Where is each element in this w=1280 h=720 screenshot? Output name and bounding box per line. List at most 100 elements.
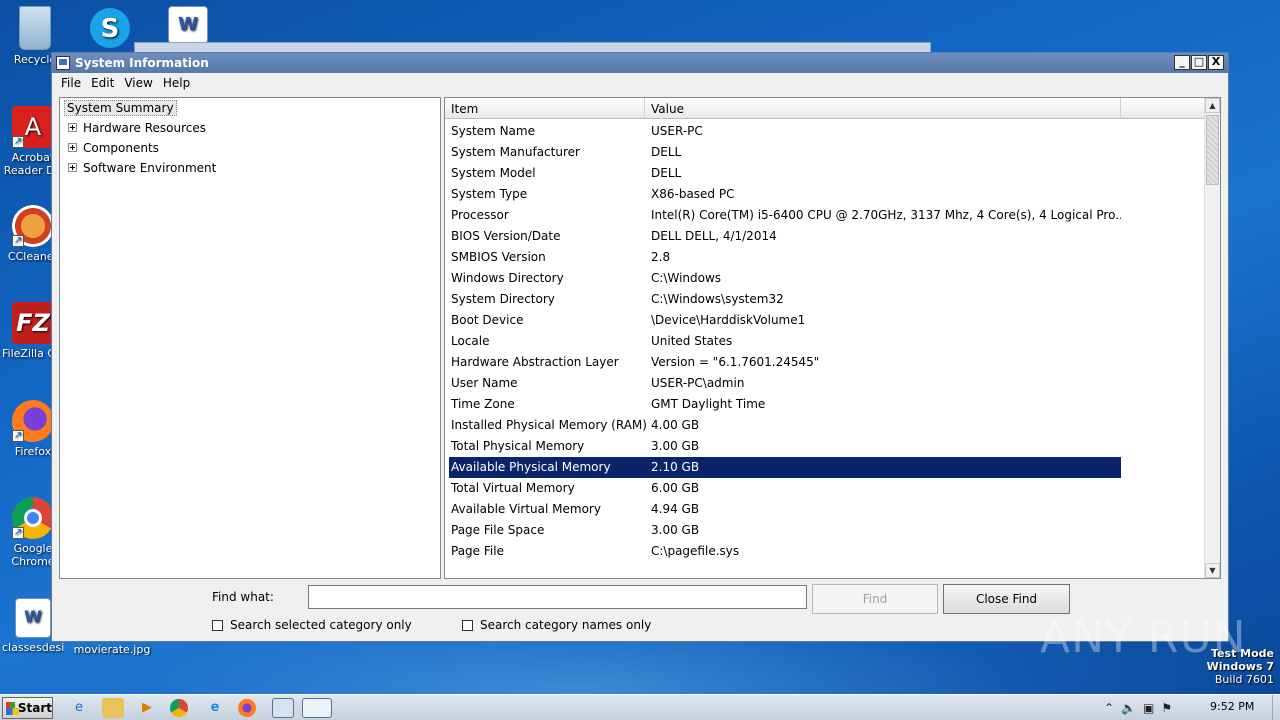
table-row[interactable]: Installed Physical Memory (RAM) 4.00 GB [449,415,1121,436]
row-item: Installed Physical Memory (RAM) [451,418,647,432]
desktop-icon-label: movierate.jpg [73,643,151,656]
table-row[interactable]: BIOS Version/Date DELL DELL, 4/1/2014 [449,226,1121,247]
table-row[interactable]: User Name USER-PC\admin [449,373,1121,394]
tree-item-system-summary[interactable]: System Summary [64,100,177,116]
acrobat-icon: A ↗ [12,106,54,148]
menu-view[interactable]: View [119,76,157,90]
clock[interactable]: 9:52 PM [1210,700,1254,713]
row-item: System Model [451,166,536,180]
search-selected-category-checkbox[interactable]: Search selected category only [212,618,412,632]
speaker-icon[interactable]: 🔈 [1121,701,1136,715]
show-hidden-icons-icon[interactable]: ⌃ [1104,701,1114,715]
scroll-thumb[interactable] [1206,115,1219,185]
table-row[interactable]: Time Zone GMT Daylight Time [449,394,1121,415]
close-button[interactable]: X [1208,55,1224,70]
firefox-icon: ↗ [12,400,54,442]
network-icon[interactable]: ▣ [1143,701,1154,715]
desktop-icon-skype[interactable]: S [80,8,140,51]
menu-edit[interactable]: Edit [86,76,119,90]
table-row[interactable]: Locale United States [449,331,1121,352]
search-category-names-checkbox[interactable]: Search category names only [462,618,651,632]
chrome-icon[interactable] [170,699,188,717]
close-find-button[interactable]: Close Find [943,584,1070,614]
column-header-item[interactable]: Item [445,98,645,119]
system-info-icon[interactable] [302,698,332,718]
checkbox-box[interactable] [212,619,223,631]
find-what-input[interactable] [308,585,807,609]
table-row[interactable]: System Type X86-based PC [449,184,1121,205]
media-player-icon[interactable]: ▶ [136,698,158,718]
skype-icon: S [90,8,130,48]
desktop-icon-word-doc[interactable]: W [158,6,218,47]
category-tree: System Summary Hardware Resources Compon… [59,97,441,579]
explorer-icon[interactable] [102,698,124,718]
row-item: Time Zone [451,397,515,411]
row-value: 2.10 GB [651,460,700,474]
chrome-icon: ↗ [12,497,54,539]
row-item: System Manufacturer [451,145,580,159]
menu-help[interactable]: Help [158,76,195,90]
table-row[interactable]: Windows Directory C:\Windows [449,268,1121,289]
row-value: DELL [651,166,682,180]
start-label: Start [17,701,52,715]
task-manager-icon[interactable] [272,698,294,718]
table-row[interactable]: Page File C:\pagefile.sys [449,541,1121,562]
expand-icon[interactable] [68,123,77,132]
row-item: Processor [451,208,509,222]
table-row[interactable]: Boot Device \Device\HarddiskVolume1 [449,310,1121,331]
row-value: GMT Daylight Time [651,397,766,411]
table-row[interactable]: Page File Space 3.00 GB [449,520,1121,541]
row-value: 4.94 GB [651,502,700,516]
ccleaner-icon: ↗ [12,205,54,247]
tree-item-hardware-resources[interactable]: Hardware Resources [68,121,206,135]
action-center-flag-icon[interactable]: ⚑ [1161,701,1172,715]
window-controls: _ □ X [1174,55,1224,70]
scroll-up-icon[interactable]: ▲ [1205,98,1220,113]
row-item: SMBIOS Version [451,250,546,264]
column-header-value[interactable]: Value [645,98,1121,119]
row-value: Intel(R) Core(TM) i5-6400 CPU @ 2.70GHz,… [651,208,1121,222]
checkbox-label: Search category names only [480,618,652,632]
row-item: Locale [451,334,490,348]
row-value: \Device\HarddiskVolume1 [651,313,806,327]
show-desktop-button[interactable] [1272,695,1280,720]
table-row[interactable]: Available Physical Memory 2.10 GB [449,457,1121,478]
edge-icon[interactable]: e [204,698,226,718]
shortcut-arrow-icon: ↗ [12,136,24,148]
tree-item-components[interactable]: Components [68,141,159,155]
vertical-scrollbar[interactable]: ▲ ▼ [1204,98,1220,578]
minimize-button[interactable]: _ [1174,55,1190,70]
table-row[interactable]: SMBIOS Version 2.8 [449,247,1121,268]
details-list: Item Value System Name USER-PC System Manu… [444,97,1221,579]
internet-explorer-icon[interactable]: e [68,698,90,718]
table-row[interactable]: Total Physical Memory 3.00 GB [449,436,1121,457]
find-button[interactable]: Find [812,584,938,614]
row-item: User Name [451,376,518,390]
maximize-button[interactable]: □ [1191,55,1207,70]
row-item: Available Virtual Memory [451,502,601,516]
test-mode-line1: Test Mode [1211,647,1274,660]
checkbox-box[interactable] [462,619,473,631]
recycle-bin-icon [19,6,51,50]
menu-file[interactable]: File [56,76,86,90]
row-item: System Directory [451,292,555,306]
test-mode-notice: Test Mode Windows 7 Build 7601 [1207,647,1274,686]
firefox-icon[interactable] [238,699,256,717]
table-row[interactable]: Available Virtual Memory 4.94 GB [449,499,1121,520]
table-row[interactable]: Processor Intel(R) Core(TM) i5-6400 CPU @… [449,205,1121,226]
desktop-icon-label: classesdesig... [2,641,64,654]
expand-icon[interactable] [68,143,77,152]
table-row[interactable]: System Model DELL [449,163,1121,184]
expand-icon[interactable] [68,163,77,172]
table-row[interactable]: System Name USER-PC [449,121,1121,142]
table-row[interactable]: System Manufacturer DELL [449,142,1121,163]
table-row[interactable]: System Directory C:\Windows\system32 [449,289,1121,310]
tree-item-software-environment[interactable]: Software Environment [68,161,216,175]
table-row[interactable]: Total Virtual Memory 6.00 GB [449,478,1121,499]
title-bar[interactable]: System Information _ □ X [52,53,1228,73]
shortcut-arrow-icon: ↗ [12,527,24,539]
table-row[interactable]: Hardware Abstraction Layer Version = "6.1… [449,352,1121,373]
scroll-down-icon[interactable]: ▼ [1205,563,1220,578]
start-button[interactable]: Start [2,697,53,719]
checkbox-label: Search selected category only [230,618,412,632]
